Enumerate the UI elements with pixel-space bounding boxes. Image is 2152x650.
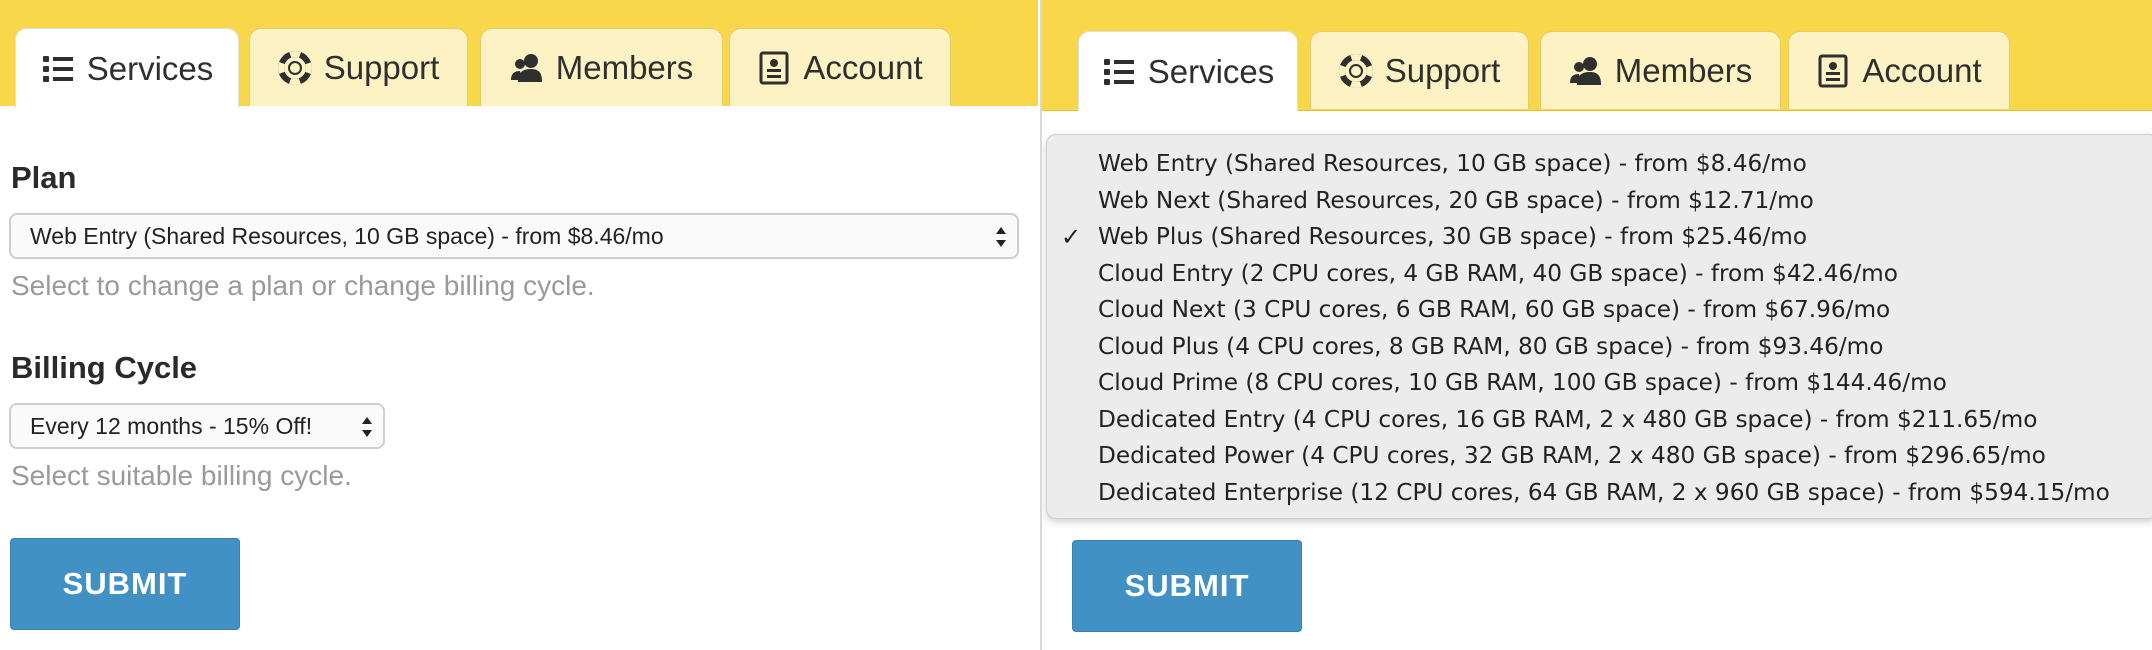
tab-members[interactable]: Members [480,28,723,106]
option-label: Dedicated Power (4 CPU cores, 32 GB RAM,… [1098,442,2046,469]
plan-option[interactable]: Cloud Plus (4 CPU cores, 8 GB RAM, 80 GB… [1047,329,2152,366]
option-label: Cloud Next (3 CPU cores, 6 GB RAM, 60 GB… [1098,296,1891,323]
plan-option[interactable]: Cloud Next (3 CPU cores, 6 GB RAM, 60 GB… [1047,292,2152,329]
option-label: Dedicated Entry (4 CPU cores, 16 GB RAM,… [1098,405,2038,433]
tab-support[interactable]: Support [1310,31,1529,109]
plan-option[interactable]: Dedicated Entry (4 CPU cores, 16 GB RAM,… [1047,402,2152,439]
right-panel: Services Support Members Account Web Ent… [1040,0,2152,650]
option-label: Cloud Prime (8 CPU cores, 10 GB RAM, 100… [1098,369,1947,396]
billing-cycle-help-text: Select suitable billing cycle. [11,460,352,491]
option-label: Cloud Plus (4 CPU cores, 8 GB RAM, 80 GB… [1098,332,1884,360]
select-arrows-icon [361,415,373,439]
plan-label: Plan [11,160,77,195]
tab-bar: Services Support Members Account [1042,0,2152,111]
plan-option-selected[interactable]: ✓ Web Plus (Shared Resources, 30 GB space… [1047,219,2152,256]
plan-select[interactable]: Web Entry (Shared Resources, 10 GB space… [9,213,1019,259]
plan-help-text: Select to change a plan or change billin… [11,270,595,301]
option-label: Cloud Entry (2 CPU cores, 4 GB RAM, 40 G… [1098,259,1898,287]
members-icon [1569,54,1603,88]
lifebuoy-icon [1338,53,1373,88]
submit-button[interactable]: SUBMIT [1072,540,1302,632]
left-panel: Services Support Members Account Plan We… [0,0,1038,650]
plan-option[interactable]: Cloud Entry (2 CPU cores, 4 GB RAM, 40 G… [1047,256,2152,293]
plan-option[interactable]: Cloud Prime (8 CPU cores, 10 GB RAM, 100… [1047,365,2152,402]
plan-option[interactable]: Web Entry (Shared Resources, 10 GB space… [1047,146,2152,183]
billing-cycle-label: Billing Cycle [11,350,198,385]
tab-label: Members [555,48,694,86]
list-icon [1102,55,1136,89]
option-label: Web Plus (Shared Resources, 30 GB space)… [1098,223,1808,250]
tab-support[interactable]: Support [249,28,468,106]
account-card-icon [1816,54,1850,88]
tab-label: Account [1862,51,1982,89]
option-label: Web Next (Shared Resources, 20 GB space)… [1098,186,1814,214]
select-arrows-icon [995,225,1007,249]
submit-button[interactable]: SUBMIT [10,538,240,630]
account-card-icon [757,51,791,85]
list-icon [41,52,75,86]
tab-services[interactable]: Services [1078,31,1298,111]
tab-bar: Services Support Members Account [0,0,1038,108]
plan-option[interactable]: Dedicated Enterprise (12 CPU cores, 64 G… [1047,475,2152,512]
billing-cycle-select[interactable]: Every 12 months - 15% Off! [9,403,385,449]
billing-cycle-value: Every 12 months - 15% Off! [30,412,313,439]
tab-label: Members [1614,51,1753,89]
tab-account[interactable]: Account [1788,31,2010,109]
members-icon [510,51,544,85]
tab-label: Support [1384,51,1501,89]
tab-label: Support [323,48,440,86]
plan-select-value: Web Entry (Shared Resources, 10 GB space… [30,222,664,249]
tab-members[interactable]: Members [1540,31,1781,109]
plan-option[interactable]: Dedicated Power (4 CPU cores, 32 GB RAM,… [1047,438,2152,475]
option-label: Dedicated Enterprise (12 CPU cores, 64 G… [1098,478,2110,506]
plan-dropdown-menu: Web Entry (Shared Resources, 10 GB space… [1046,134,2152,519]
plan-option[interactable]: Web Next (Shared Resources, 20 GB space)… [1047,183,2152,220]
tab-account[interactable]: Account [729,28,951,106]
tab-services[interactable]: Services [15,28,239,108]
option-label: Web Entry (Shared Resources, 10 GB space… [1098,150,1807,177]
lifebuoy-icon [277,50,312,85]
tab-label: Services [86,49,214,87]
tab-label: Services [1147,52,1275,90]
checkmark-icon: ✓ [1061,223,1082,251]
tab-label: Account [803,48,923,86]
